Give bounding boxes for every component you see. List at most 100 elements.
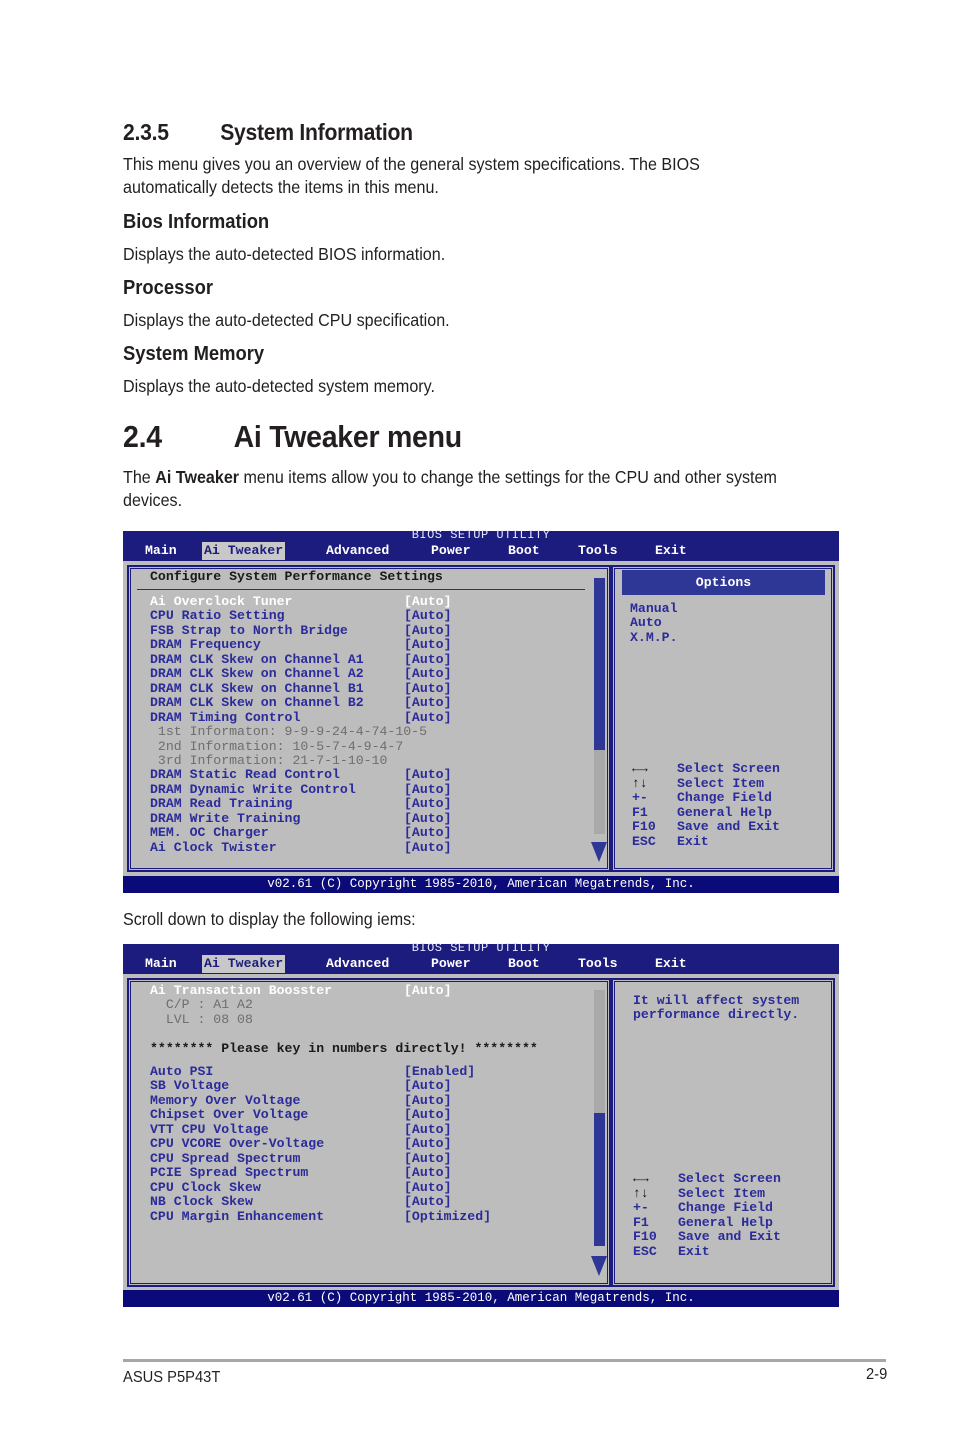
setting-label: DRAM Dynamic Write Control: [150, 781, 356, 797]
tab-tools[interactable]: Tools: [576, 542, 620, 560]
setting-value[interactable]: [Auto]: [404, 1108, 451, 1123]
setting-row[interactable]: SB Voltage [Auto]: [150, 1078, 451, 1094]
setting-value[interactable]: [Auto]: [404, 681, 451, 697]
setting-row[interactable]: DRAM Read Training [Auto]: [150, 797, 451, 812]
tab-tools[interactable]: Tools: [576, 955, 620, 973]
info-row: C/P : A1 A2: [150, 998, 253, 1013]
setting-row[interactable]: CPU Margin Enhancement [Optimized]: [150, 1209, 491, 1225]
help-desc: Select Item: [678, 1185, 766, 1201]
help-text-line2: performance directly.: [633, 1007, 800, 1022]
setting-value[interactable]: [Auto]: [404, 667, 451, 682]
setting-value[interactable]: [Auto]: [404, 1079, 451, 1094]
scrollbar-thumb[interactable]: [594, 1113, 605, 1246]
help-key: F10: [633, 1229, 657, 1244]
setting-value[interactable]: [Auto]: [404, 840, 451, 856]
setting-row[interactable]: Ai Overclock Tuner [Auto]: [150, 594, 451, 610]
setting-value[interactable]: [Auto]: [404, 1137, 451, 1152]
setting-row[interactable]: DRAM Frequency [Auto]: [150, 638, 451, 653]
panel-header: Configure System Performance Settings: [150, 569, 443, 584]
tab-exit[interactable]: Exit: [653, 542, 689, 560]
tab-ai-tweaker[interactable]: Ai Tweaker: [202, 542, 286, 560]
setting-row[interactable]: DRAM Timing Control [Auto]: [150, 710, 451, 726]
subsection-text-processor: Displays the auto-detected CPU specifica…: [123, 310, 450, 330]
tab-boot[interactable]: Boot: [506, 955, 542, 973]
tab-boot[interactable]: Boot: [506, 542, 542, 560]
setting-row[interactable]: MEM. OC Charger [Auto]: [150, 825, 451, 841]
setting-value[interactable]: [Auto]: [404, 1166, 451, 1181]
scroll-down-arrow-icon[interactable]: [591, 1256, 607, 1276]
setting-value[interactable]: [Enabled]: [404, 1064, 475, 1080]
info-row: 1st Informaton: 9-9-9-24-4-74-10-5: [150, 724, 427, 740]
option-auto[interactable]: Auto: [630, 615, 662, 631]
tab-main[interactable]: Main: [143, 542, 179, 560]
setting-row[interactable]: DRAM CLK Skew on Channel B1 [Auto]: [150, 681, 451, 697]
setting-label: SB Voltage: [150, 1078, 230, 1094]
setting-value[interactable]: [Auto]: [404, 768, 451, 783]
setting-row[interactable]: DRAM Write Training [Auto]: [150, 811, 451, 827]
setting-row[interactable]: Ai Transaction Boosster [Auto]: [150, 983, 451, 999]
setting-label: Memory Over Voltage: [150, 1092, 301, 1108]
setting-value[interactable]: [Auto]: [404, 983, 451, 999]
setting-value[interactable]: [Auto]: [404, 710, 451, 726]
setting-row[interactable]: Memory Over Voltage [Auto]: [150, 1092, 451, 1109]
help-desc: Change Field: [677, 790, 772, 805]
section-number: 2.3.5: [123, 119, 169, 145]
setting-row[interactable]: DRAM CLK Skew on Channel A2 [Auto]: [150, 666, 451, 682]
setting-value[interactable]: [Auto]: [404, 1093, 451, 1109]
help-key: F10: [632, 819, 656, 834]
setting-row[interactable]: DRAM CLK Skew on Channel A1 [Auto]: [150, 652, 451, 668]
setting-row[interactable]: PCIE Spread Spectrum [Auto]: [150, 1165, 451, 1181]
setting-value[interactable]: [Auto]: [404, 1195, 451, 1210]
tab-advanced[interactable]: Advanced: [324, 955, 391, 973]
tab-power[interactable]: Power: [429, 542, 473, 560]
tab-main[interactable]: Main: [143, 955, 179, 973]
setting-value[interactable]: [Auto]: [404, 782, 451, 798]
tab-power[interactable]: Power: [429, 955, 473, 973]
setting-row[interactable]: VTT CPU Voltage [Auto]: [150, 1122, 451, 1138]
setting-value[interactable]: [Auto]: [404, 696, 451, 711]
setting-row[interactable]: Ai Clock Twister [Auto]: [150, 840, 451, 856]
info-row: LVL : 08 08: [150, 1012, 253, 1028]
setting-row[interactable]: Chipset Over Voltage [Auto]: [150, 1107, 451, 1123]
setting-value[interactable]: [Auto]: [404, 609, 451, 624]
scroll-down-arrow-icon[interactable]: [591, 842, 607, 862]
section-title: System Information: [220, 119, 413, 145]
setting-label: Chipset Over Voltage: [150, 1107, 309, 1123]
setting-row[interactable]: Auto PSI [Enabled]: [150, 1064, 475, 1080]
setting-value[interactable]: [Auto]: [404, 638, 451, 653]
setting-value[interactable]: [Auto]: [404, 826, 451, 841]
setting-row[interactable]: DRAM CLK Skew on Channel B2 [Auto]: [150, 695, 451, 711]
setting-row[interactable]: CPU Clock Skew [Auto]: [150, 1180, 451, 1196]
setting-label: DRAM CLK Skew on Channel A2: [150, 666, 364, 682]
setting-label: FSB Strap to North Bridge: [150, 622, 348, 638]
setting-value[interactable]: [Auto]: [404, 1151, 451, 1167]
setting-value[interactable]: [Auto]: [404, 652, 451, 668]
setting-row[interactable]: CPU VCORE Over-Voltage [Auto]: [150, 1136, 451, 1152]
option-xmp[interactable]: X.M.P.: [630, 630, 677, 646]
tab-ai-tweaker[interactable]: Ai Tweaker: [202, 955, 286, 973]
setting-row[interactable]: DRAM Dynamic Write Control [Auto]: [150, 781, 451, 798]
setting-row[interactable]: NB Clock Skew [Auto]: [150, 1194, 451, 1210]
key-help: ←→ Select Screen ↑↓ Select Item +- Change F…: [632, 761, 832, 852]
setting-value[interactable]: [Auto]: [404, 811, 451, 827]
section-number: 2.4: [123, 419, 162, 454]
setting-value[interactable]: [Auto]: [404, 1180, 451, 1196]
setting-row[interactable]: DRAM Static Read Control [Auto]: [150, 768, 451, 783]
setting-value[interactable]: [Auto]: [404, 1122, 451, 1138]
footer-page-number: 2-9: [866, 1366, 888, 1383]
setting-row[interactable]: FSB Strap to North Bridge [Auto]: [150, 622, 451, 639]
setting-label: CPU Spread Spectrum: [150, 1150, 301, 1166]
setting-value[interactable]: [Auto]: [404, 623, 451, 639]
setting-value[interactable]: [Auto]: [404, 797, 451, 812]
tab-advanced[interactable]: Advanced: [324, 542, 391, 560]
setting-row[interactable]: CPU Spread Spectrum [Auto]: [150, 1150, 451, 1167]
setting-value[interactable]: [Auto]: [404, 594, 451, 610]
setting-value[interactable]: [Optimized]: [404, 1209, 491, 1225]
setting-row[interactable]: CPU Ratio Setting [Auto]: [150, 609, 451, 624]
scrollbar-thumb[interactable]: [594, 578, 605, 750]
bios-title: BIOS SETUP UTILITY: [411, 941, 551, 955]
tab-exit[interactable]: Exit: [653, 955, 689, 973]
bios-copyright: v02.61 (C) Copyright 1985-2010, American…: [123, 876, 839, 893]
setting-label: CPU VCORE Over-Voltage: [150, 1136, 325, 1152]
help-desc: Select Item: [677, 775, 765, 791]
